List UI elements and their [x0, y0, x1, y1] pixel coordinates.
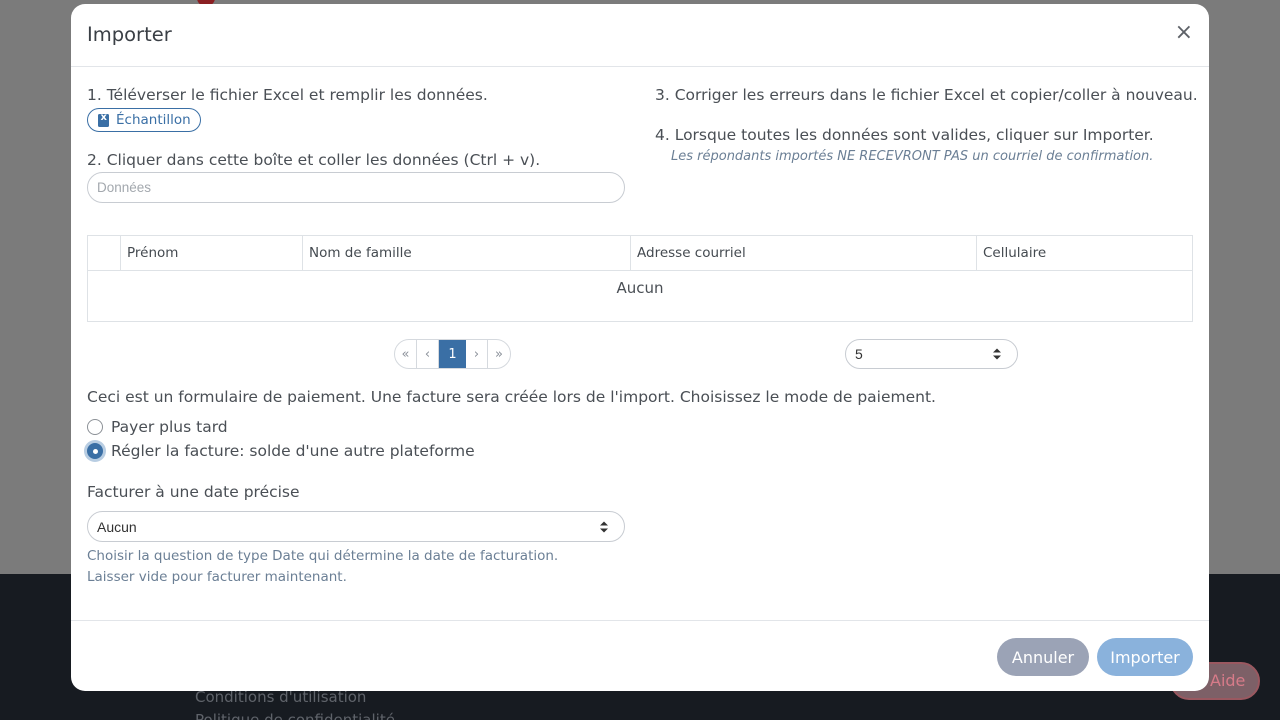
- column-header-mobile[interactable]: Cellulaire: [977, 236, 1192, 270]
- radio-pay-later[interactable]: [87, 419, 103, 435]
- page-size-select[interactable]: 5: [845, 339, 1018, 369]
- step-4-note: Les répondants importés NE RECEVRONT PAS…: [671, 149, 1154, 164]
- billing-date-help: Choisir la question de type Date qui dét…: [87, 548, 559, 585]
- step-4-text: 4. Lorsque toutes les données sont valid…: [655, 126, 1154, 144]
- column-header-last-name[interactable]: Nom de famille: [303, 236, 631, 270]
- modal-header: Importer ×: [71, 4, 1209, 67]
- excel-file-icon: [98, 112, 109, 127]
- import-preview-table: Prénom Nom de famille Adresse courriel C…: [87, 235, 1193, 322]
- payment-intro-text: Ceci est un formulaire de paiement. Une …: [87, 388, 936, 406]
- column-header-email[interactable]: Adresse courriel: [631, 236, 977, 270]
- billing-date-value: Aucun: [97, 518, 137, 535]
- sample-button[interactable]: Échantillon: [87, 108, 201, 132]
- billing-date-select[interactable]: Aucun: [87, 511, 625, 542]
- radio-pay-later-label: Payer plus tard: [111, 418, 228, 436]
- payment-option-later[interactable]: Payer plus tard: [87, 418, 228, 436]
- next-page-button[interactable]: ›: [466, 340, 488, 368]
- sort-arrows-icon: [600, 521, 608, 532]
- row-number-header: [88, 236, 121, 270]
- table-header: Prénom Nom de famille Adresse courriel C…: [88, 236, 1192, 271]
- footer-link-privacy[interactable]: Politique de confidentialité: [195, 711, 395, 720]
- radio-settle-invoice-label: Régler la facture: solde d'une autre pla…: [111, 442, 475, 460]
- sample-button-label: Échantillon: [116, 112, 191, 128]
- import-button[interactable]: Importer: [1097, 638, 1193, 676]
- modal-footer: Annuler Importer: [71, 620, 1209, 691]
- first-page-button[interactable]: «: [395, 340, 417, 368]
- page-size-value: 5: [855, 346, 863, 362]
- cancel-button[interactable]: Annuler: [997, 638, 1089, 676]
- close-icon[interactable]: ×: [1175, 22, 1193, 44]
- payment-option-settle[interactable]: Régler la facture: solde d'une autre pla…: [87, 442, 475, 460]
- radio-settle-invoice[interactable]: [87, 443, 103, 459]
- data-paste-input[interactable]: [87, 172, 625, 203]
- pagination: « ‹ 1 › »: [394, 339, 511, 369]
- previous-page-button[interactable]: ‹: [417, 340, 439, 368]
- table-empty-message: Aucun: [616, 279, 664, 297]
- current-page-button[interactable]: 1: [439, 340, 466, 368]
- step-3-text: 3. Corriger les erreurs dans le fichier …: [655, 86, 1198, 104]
- step-1-text: 1. Téléverser le fichier Excel et rempli…: [87, 86, 488, 104]
- import-modal: Importer × 1. Téléverser le fichier Exce…: [71, 4, 1209, 691]
- column-header-first-name[interactable]: Prénom: [121, 236, 303, 270]
- step-2-text: 2. Cliquer dans cette boîte et coller le…: [87, 151, 541, 169]
- modal-title: Importer: [87, 23, 172, 46]
- sort-arrows-icon: [993, 348, 1001, 360]
- billing-date-label: Facturer à une date précise: [87, 483, 300, 501]
- last-page-button[interactable]: »: [488, 340, 510, 368]
